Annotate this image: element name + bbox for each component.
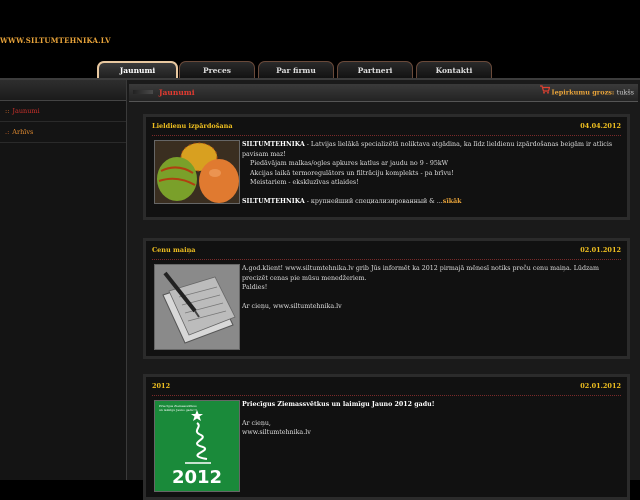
sidebar-marker: .: — [5, 128, 10, 136]
news-item: Cenu maiņa 02.01.2012 A.god.klient! www.… — [143, 238, 630, 359]
news-date: 04.04.2012 — [580, 122, 621, 130]
news-text: SILTUMTEHNIKA - Latvijas lielākā special… — [242, 140, 621, 206]
news-title[interactable]: Cenu maiņa — [152, 241, 196, 259]
news-line: Akcijas laikā termoregulātors un filtrāc… — [250, 169, 454, 177]
sidebar-item-label: Jaunumi — [12, 107, 40, 115]
tab-partneri[interactable]: Partneri — [337, 61, 413, 79]
news-date: 02.01.2012 — [580, 382, 621, 390]
tab-preces[interactable]: Preces — [179, 61, 255, 79]
page-title: Jaunumi — [159, 88, 195, 97]
news-item: Lieldienu izpārdošana 04.04.2012 SILTUMT… — [143, 114, 630, 220]
news-item: 2012 02.01.2012 Priecīgus Ziemassvētkus … — [143, 374, 630, 500]
brand-name: SILTUMTEHNIKA — [242, 197, 305, 205]
news-body: SILTUMTEHNIKA - Latvijas lielākā special… — [152, 140, 621, 206]
news-date: 02.01.2012 — [580, 246, 621, 254]
tab-par-firmu[interactable]: Par firmu — [258, 61, 334, 79]
news-header: Lieldienu izpārdošana 04.04.2012 — [152, 117, 621, 136]
news-image-documents[interactable] — [154, 264, 240, 350]
news-header: Cenu maiņa 02.01.2012 — [152, 241, 621, 260]
news-title[interactable]: Lieldienu izpārdošana — [152, 117, 233, 135]
cart-label: Iepirkumu grozs: — [551, 88, 615, 97]
content-header: Jaunumi Iepirkumu grozs: tukšs — [129, 84, 638, 102]
news-line: Piedāvājam malkas/ogles apkures katlus a… — [250, 160, 449, 167]
news-lead: Priecīgus Ziemassvētkus un laimīgu Jauno… — [242, 401, 435, 408]
news-line: Meistariem - ekskluzīvas atlaides! — [250, 179, 359, 186]
main-content: Jaunumi Iepirkumu grozs: tukšs Lieldienu… — [127, 80, 640, 500]
header-decoration — [133, 90, 153, 94]
news-image-fruits[interactable] — [154, 140, 240, 204]
cart-icon — [539, 84, 550, 101]
news-paragraph: A.god.klient! www.siltumtehnika.lv grib … — [242, 265, 600, 282]
news-footer: - крупнейший специализированный & ... — [304, 197, 443, 205]
cart-status: tukšs — [616, 88, 634, 97]
news-line: Paldies! — [242, 284, 268, 291]
cart-link[interactable]: Iepirkumu grozs: tukšs — [539, 84, 634, 102]
news-line: Ar cieņu, — [242, 419, 271, 427]
sidebar: :: Jaunumi .: Arhīvs — [0, 80, 127, 480]
sidebar-item-arhivs[interactable]: .: Arhīvs — [0, 122, 126, 143]
site-url[interactable]: WWW.SILTUMTEHNIKA.LV — [0, 36, 111, 45]
tab-kontakti[interactable]: Kontakti — [416, 61, 492, 79]
sidebar-item-jaunumi[interactable]: :: Jaunumi — [0, 101, 126, 122]
sidebar-marker: :: — [5, 107, 10, 115]
news-text: Priecīgus Ziemassvētkus un laimīgu Jauno… — [242, 400, 621, 438]
brand-name: SILTUMTEHNIKA — [242, 141, 305, 148]
news-line: www.siltumtehnika.lv — [242, 429, 311, 436]
card-year: 2012 — [171, 467, 223, 488]
news-header: 2012 02.01.2012 — [152, 377, 621, 396]
news-title[interactable]: 2012 — [152, 377, 170, 395]
news-line: Ar cieņu, www.siltumtehnika.lv — [242, 302, 342, 310]
news-image-new-year-card[interactable]: Priecīgus Ziemassvētkus un laimīgu Jauno… — [154, 400, 240, 492]
news-body: A.god.klient! www.siltumtehnika.lv grib … — [152, 264, 621, 350]
news-body: Priecīgus Ziemassvētkus un laimīgu Jauno… — [152, 400, 621, 492]
sidebar-header — [0, 80, 126, 101]
news-text: A.god.klient! www.siltumtehnika.lv grib … — [242, 264, 621, 311]
more-link[interactable]: sīkāk — [443, 198, 462, 205]
sidebar-item-label: Arhīvs — [12, 128, 34, 136]
